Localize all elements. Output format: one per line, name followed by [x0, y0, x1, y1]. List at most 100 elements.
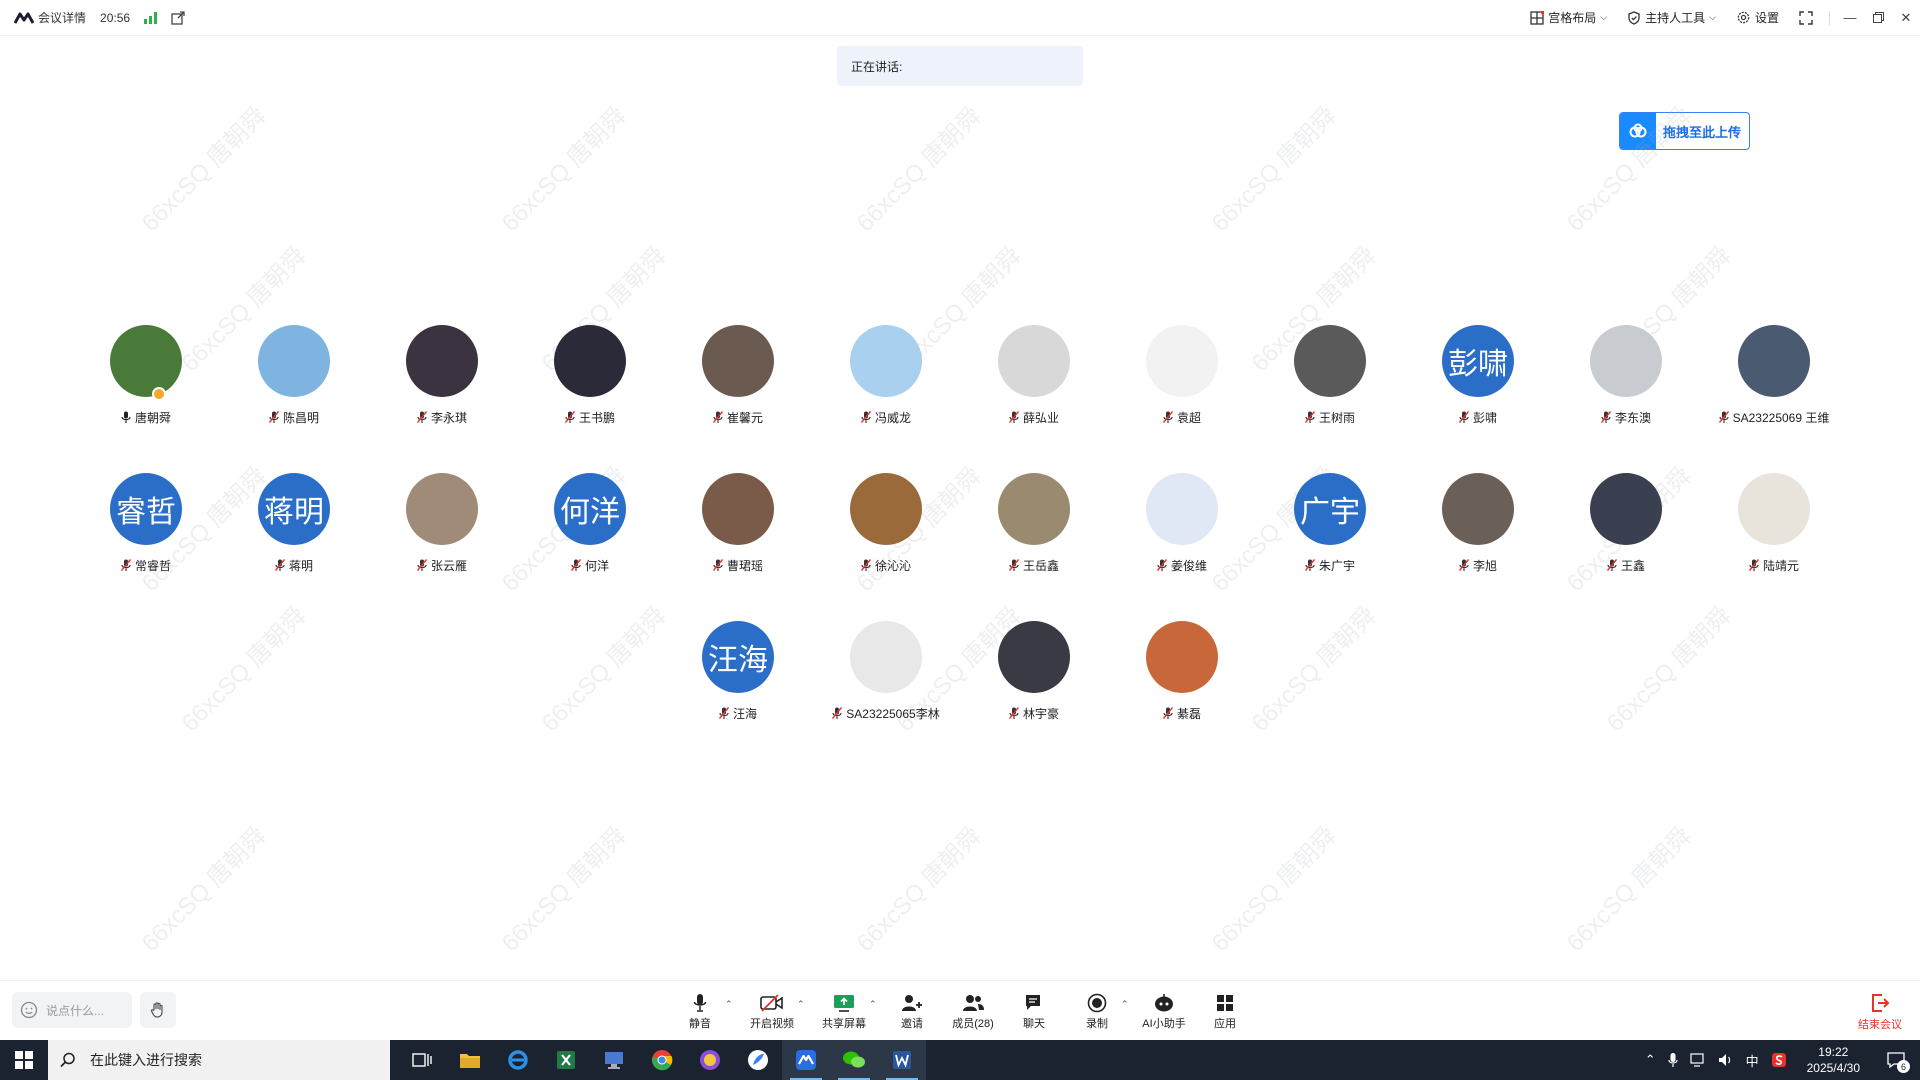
remote-desktop-app[interactable] — [590, 1040, 638, 1080]
avatar[interactable] — [406, 473, 478, 545]
taskbar-search-box[interactable]: 在此键入进行搜索 — [48, 1040, 390, 1080]
video-options-caret-icon[interactable]: ⌃ — [797, 999, 805, 1010]
avatar[interactable] — [850, 473, 922, 545]
participant-tile[interactable]: 李旭 — [1404, 473, 1552, 583]
network-icon[interactable] — [1689, 1052, 1706, 1068]
avatar[interactable]: 彭啸 — [1442, 325, 1514, 397]
participant-tile[interactable]: 曹珺瑶 — [664, 473, 812, 583]
ai-app[interactable] — [686, 1040, 734, 1080]
avatar[interactable] — [258, 325, 330, 397]
edge-browser-app[interactable] — [494, 1040, 542, 1080]
avatar[interactable] — [998, 473, 1070, 545]
participant-tile[interactable]: 汪海 汪海 — [664, 621, 812, 731]
avatar[interactable] — [998, 325, 1070, 397]
participant-tile[interactable]: 王岳鑫 — [960, 473, 1108, 583]
sogou-ime-icon[interactable] — [1771, 1052, 1787, 1068]
participant-name-row: 李永琪 — [416, 409, 467, 426]
participant-tile[interactable]: 林宇豪 — [960, 621, 1108, 731]
avatar[interactable] — [1590, 473, 1662, 545]
end-meeting-button[interactable]: 结束会议 — [1858, 993, 1902, 1032]
avatar[interactable]: 何洋 — [554, 473, 626, 545]
avatar[interactable] — [406, 325, 478, 397]
participant-tile[interactable]: 李永琪 — [368, 325, 516, 435]
participant-tile[interactable]: SA23225065李林 — [812, 621, 960, 731]
avatar[interactable] — [702, 473, 774, 545]
microphone-muted-icon — [1162, 411, 1173, 423]
word-app[interactable] — [878, 1040, 926, 1080]
participant-name: 薛弘业 — [1022, 411, 1059, 425]
start-button[interactable] — [0, 1040, 48, 1080]
participant-tile[interactable]: 袁超 — [1108, 325, 1256, 435]
members-button[interactable]: 成员(28) — [945, 993, 1001, 1031]
avatar[interactable] — [850, 325, 922, 397]
participant-tile[interactable]: 姜俊维 — [1108, 473, 1256, 583]
avatar[interactable] — [998, 621, 1070, 693]
system-clock[interactable]: 19:22 2025/4/30 — [1799, 1044, 1868, 1076]
participant-tile[interactable]: 王书鹏 — [516, 325, 664, 435]
participant-tile[interactable]: 张云雁 — [368, 473, 516, 583]
avatar[interactable] — [1590, 325, 1662, 397]
participant-tile[interactable]: 陆靖元 — [1700, 473, 1848, 583]
mute-button[interactable]: 静音 — [672, 993, 728, 1031]
avatar[interactable]: 睿哲 — [110, 473, 182, 545]
participant-name: 常睿哲 — [134, 559, 171, 573]
ai-assistant-label: AI小助手 — [1142, 1018, 1186, 1030]
participant-tile[interactable]: 彭啸 彭啸 — [1404, 325, 1552, 435]
emoji-icon[interactable] — [20, 1001, 38, 1019]
avatar[interactable] — [1738, 325, 1810, 397]
avatar[interactable] — [110, 325, 182, 397]
avatar[interactable] — [850, 621, 922, 693]
participant-name-row: 彭啸 — [1458, 409, 1497, 426]
quick-chat-input[interactable]: 说点什么... — [12, 992, 132, 1028]
participant-tile[interactable]: 綦磊 — [1108, 621, 1256, 731]
participant-tile[interactable]: SA23225069 王维 — [1700, 325, 1848, 435]
mute-options-caret-icon[interactable]: ⌃ — [725, 999, 733, 1010]
notification-center-button[interactable]: 6 — [1880, 1040, 1912, 1080]
feather-app[interactable] — [734, 1040, 782, 1080]
record-options-caret-icon[interactable]: ⌃ — [1121, 999, 1129, 1010]
participant-tile[interactable]: 蒋明 蒋明 — [220, 473, 368, 583]
participant-tile[interactable]: 王树雨 — [1256, 325, 1404, 435]
share-options-caret-icon[interactable]: ⌃ — [869, 999, 877, 1010]
avatar[interactable] — [1146, 325, 1218, 397]
avatar[interactable] — [554, 325, 626, 397]
tencent-meeting-app[interactable] — [782, 1040, 830, 1080]
avatar[interactable]: 汪海 — [702, 621, 774, 693]
invite-button[interactable]: 邀请 — [884, 993, 940, 1031]
file-explorer-app[interactable] — [446, 1040, 494, 1080]
participant-tile[interactable]: 唐朝舜 — [72, 325, 220, 435]
avatar[interactable]: 广宇 — [1294, 473, 1366, 545]
participant-tile[interactable]: 徐沁沁 — [812, 473, 960, 583]
avatar[interactable] — [1294, 325, 1366, 397]
microphone-tray-icon[interactable] — [1667, 1052, 1678, 1068]
avatar[interactable] — [1738, 473, 1810, 545]
participant-tile[interactable]: 冯威龙 — [812, 325, 960, 435]
tray-expand-icon[interactable]: ⌃ — [1645, 1052, 1656, 1068]
participant-tile[interactable]: 王鑫 — [1552, 473, 1700, 583]
record-button[interactable]: 录制 — [1069, 993, 1125, 1031]
avatar[interactable]: 蒋明 — [258, 473, 330, 545]
participant-tile[interactable]: 陈昌明 — [220, 325, 368, 435]
participant-tile[interactable]: 广宇 朱广宇 — [1256, 473, 1404, 583]
participant-tile[interactable]: 崔馨元 — [664, 325, 812, 435]
avatar[interactable] — [702, 325, 774, 397]
apps-button[interactable]: 应用 — [1197, 993, 1253, 1031]
wechat-app[interactable] — [830, 1040, 878, 1080]
participant-tile[interactable]: 薛弘业 — [960, 325, 1108, 435]
avatar[interactable] — [1442, 473, 1514, 545]
chrome-app[interactable] — [638, 1040, 686, 1080]
raise-hand-button[interactable] — [140, 992, 176, 1028]
task-view-button[interactable] — [398, 1040, 446, 1080]
avatar[interactable] — [1146, 473, 1218, 545]
ai-assistant-button[interactable]: AI小助手 — [1136, 993, 1192, 1031]
video-button[interactable]: 开启视频 — [744, 993, 800, 1031]
excel-app[interactable] — [542, 1040, 590, 1080]
participant-tile[interactable]: 睿哲常睿哲 — [72, 473, 220, 583]
share-screen-button[interactable]: 共享屏幕 — [816, 993, 872, 1031]
participant-tile[interactable]: 李东澳 — [1552, 325, 1700, 435]
avatar[interactable] — [1146, 621, 1218, 693]
ime-indicator[interactable]: 中 — [1746, 1051, 1759, 1070]
participant-tile[interactable]: 何洋 何洋 — [516, 473, 664, 583]
volume-icon[interactable] — [1718, 1052, 1734, 1068]
chat-button[interactable]: 聊天 — [1006, 993, 1062, 1031]
